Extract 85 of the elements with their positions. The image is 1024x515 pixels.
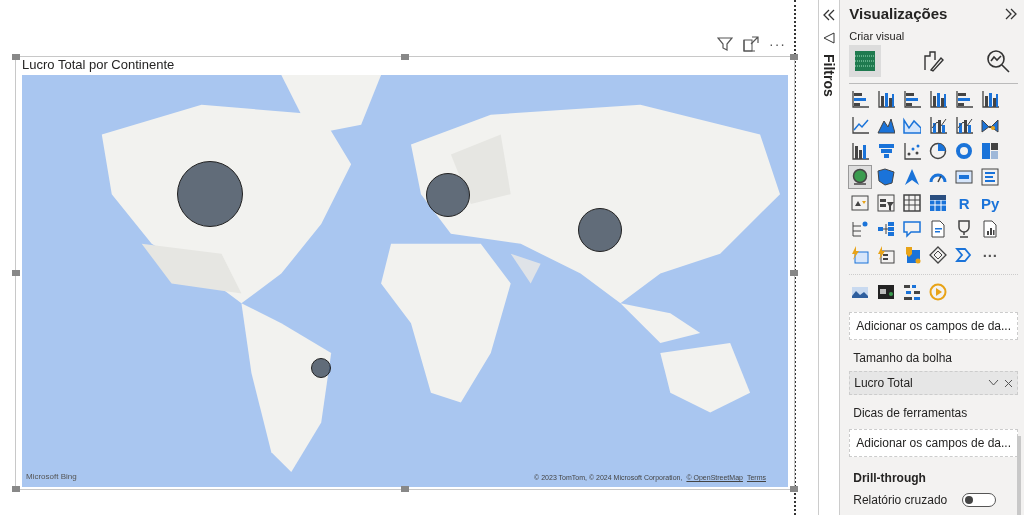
column-chart-icon xyxy=(877,90,896,108)
dark-card-icon xyxy=(877,283,896,301)
visual-type-button[interactable] xyxy=(849,166,872,188)
section-heading: Drill-through xyxy=(853,471,927,485)
arrow-icon xyxy=(903,168,922,186)
field-pill[interactable]: Lucro Total xyxy=(849,371,1018,395)
field-name: Lucro Total xyxy=(854,376,913,390)
visual-type-button[interactable]: Py xyxy=(979,192,1002,214)
visual-type-button[interactable] xyxy=(927,114,950,136)
tree-icon xyxy=(851,220,870,238)
resize-handle[interactable] xyxy=(401,486,409,492)
bar-chart-icon xyxy=(851,90,870,108)
column-chart-icon xyxy=(981,90,1000,108)
resize-handle[interactable] xyxy=(401,54,409,60)
card-icon xyxy=(955,168,974,186)
resize-handle[interactable] xyxy=(12,54,20,60)
diamond-icon xyxy=(929,246,948,264)
kpi-icon xyxy=(851,194,870,212)
funnel-icon xyxy=(877,142,896,160)
close-icon[interactable] xyxy=(1004,378,1013,388)
visual-type-button[interactable] xyxy=(901,88,924,110)
filters-tab[interactable]: Filtros xyxy=(821,54,838,97)
visual-type-button[interactable] xyxy=(979,88,1002,110)
collapse-icon[interactable] xyxy=(822,8,837,22)
focus-mode-icon[interactable] xyxy=(743,36,759,52)
column-chart-icon xyxy=(929,90,948,108)
tree-icon xyxy=(877,220,896,238)
visual-type-button[interactable] xyxy=(849,192,872,214)
toggle-switch[interactable] xyxy=(962,493,996,507)
play-icon xyxy=(929,283,948,301)
chevron-icon xyxy=(955,246,974,264)
scatter-chart-icon xyxy=(903,142,922,160)
treemap-icon xyxy=(981,142,1000,160)
waterfall-chart-icon xyxy=(851,142,870,160)
list-card-icon xyxy=(981,168,1000,186)
lightning-icon xyxy=(877,246,896,264)
visual-type-button[interactable] xyxy=(953,88,976,110)
pie-chart-icon xyxy=(929,142,948,160)
filled-map-icon xyxy=(877,168,896,186)
speech-bubble-icon xyxy=(903,220,922,238)
area-chart-icon xyxy=(903,116,922,134)
matrix-icon xyxy=(929,194,948,212)
visual-type-button[interactable] xyxy=(953,114,976,136)
drop-zone[interactable]: Adicionar os campos de da... xyxy=(849,312,1018,340)
visual-type-button[interactable] xyxy=(875,88,898,110)
resize-handle[interactable] xyxy=(790,270,798,276)
document-icon xyxy=(929,220,948,238)
visual-type-button[interactable] xyxy=(849,88,872,110)
toggle-label: Relatório cruzado xyxy=(853,493,948,507)
expand-icon[interactable] xyxy=(1004,6,1018,21)
visual-type-button[interactable]: R xyxy=(953,192,976,214)
bar-chart-icon xyxy=(955,90,974,108)
dots-icon xyxy=(903,283,922,301)
combo-chart-icon xyxy=(929,116,948,134)
visual-type-button[interactable] xyxy=(875,166,898,188)
visual-type-button[interactable] xyxy=(875,244,898,266)
lightning-icon xyxy=(851,246,870,264)
more-options[interactable]: ··· xyxy=(769,36,786,52)
slicer-icon xyxy=(877,194,896,212)
visual-type-button[interactable]: ··· xyxy=(979,244,1002,266)
pane-title: Visualizações xyxy=(849,5,948,22)
drop-zone[interactable]: Adicionar os campos de da... xyxy=(849,429,1018,457)
donut-chart-icon xyxy=(955,142,974,160)
well-label: Tamanho da bolha xyxy=(853,351,953,365)
visual-type-button[interactable] xyxy=(875,192,898,214)
map-logo: Microsoft Bing xyxy=(26,472,77,481)
visual-type-button[interactable] xyxy=(901,192,924,214)
app-icon xyxy=(903,246,922,264)
line-chart-icon xyxy=(851,116,870,134)
resize-handle[interactable] xyxy=(12,486,20,492)
table-icon xyxy=(903,194,922,212)
resize-handle[interactable] xyxy=(12,270,20,276)
well-label: Dicas de ferramentas xyxy=(853,406,969,420)
bar-chart-icon xyxy=(903,90,922,108)
report-icon xyxy=(981,220,1000,238)
visual-type-button[interactable] xyxy=(849,140,872,162)
section-label: Criar visual xyxy=(849,30,906,42)
resize-handle[interactable] xyxy=(790,486,798,492)
area-chart-icon xyxy=(877,116,896,134)
globe-icon xyxy=(851,168,870,186)
resize-handle[interactable] xyxy=(790,54,798,60)
chevron-down-icon[interactable] xyxy=(988,379,999,387)
visual-title: Lucro Total por Continente xyxy=(22,57,176,74)
visual-type-button[interactable] xyxy=(927,88,950,110)
combo-chart-icon xyxy=(955,116,974,134)
